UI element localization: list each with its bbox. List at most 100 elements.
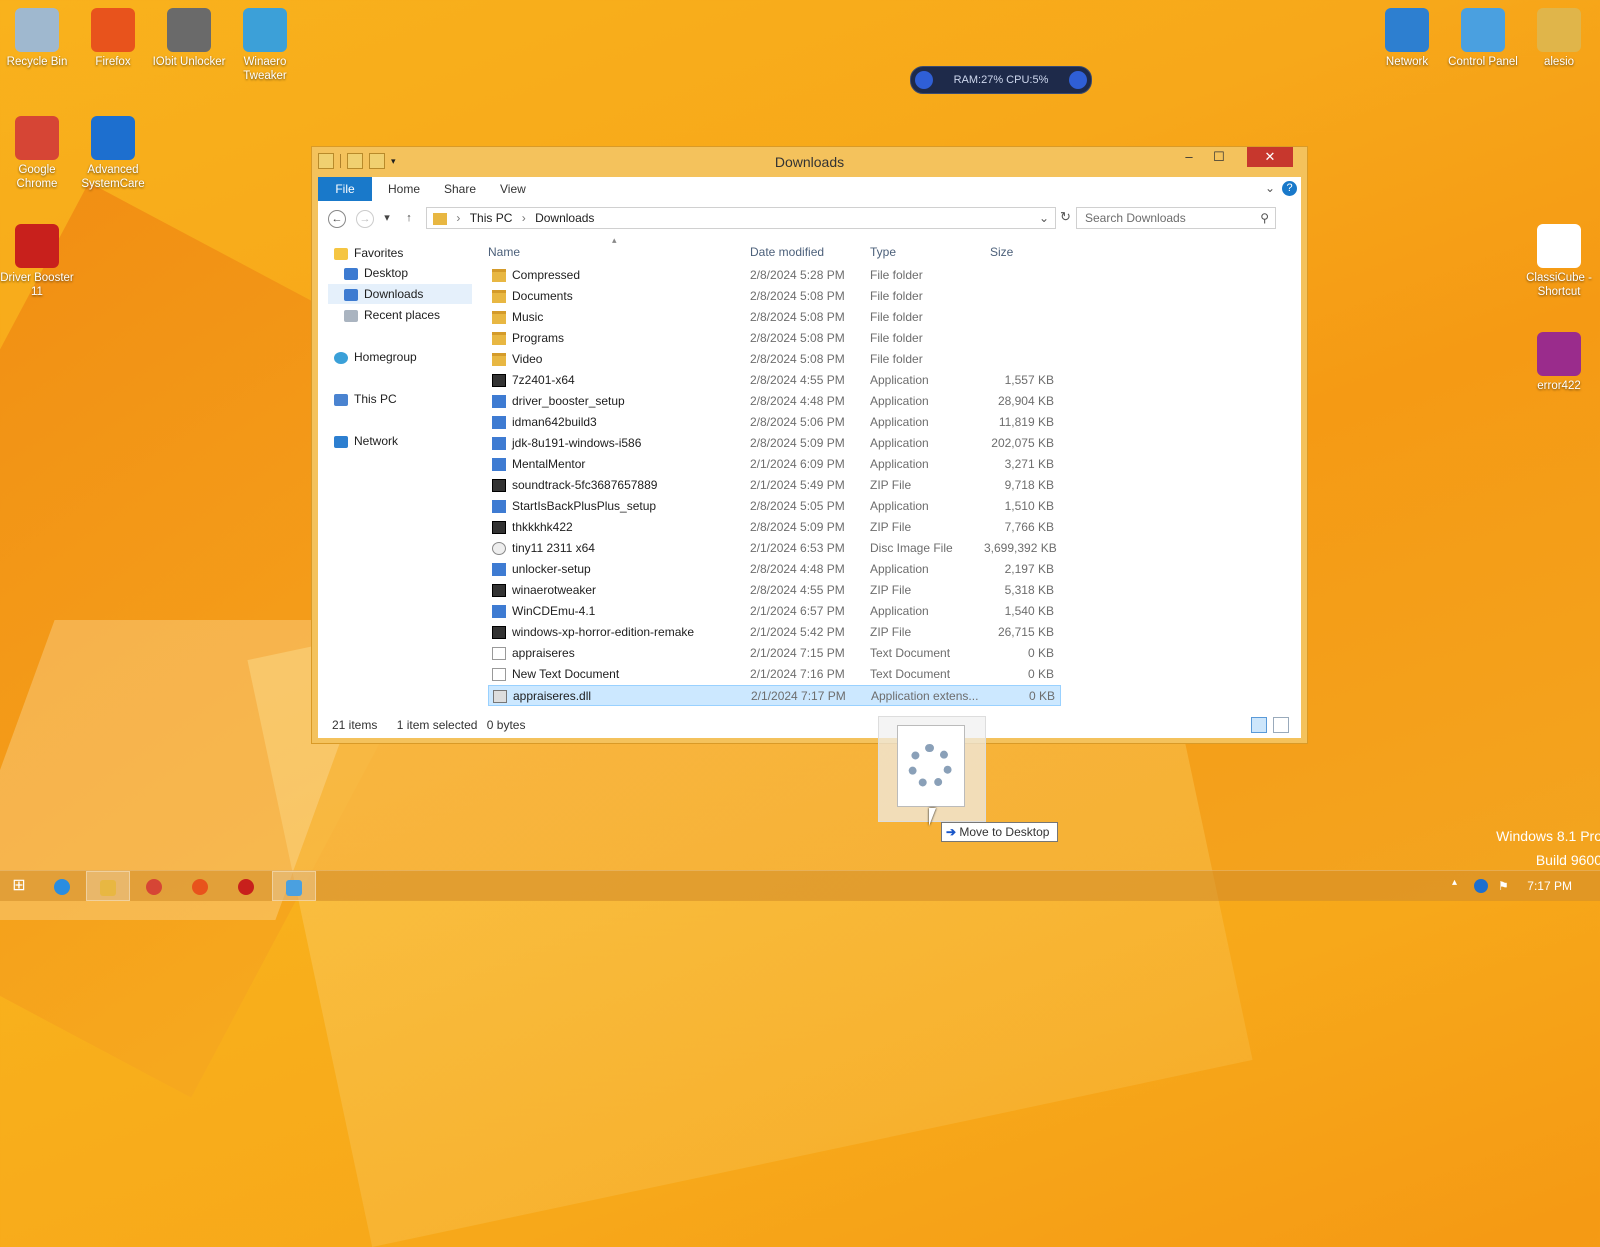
system-monitor-widget[interactable]: RAM:27% CPU:5% xyxy=(910,66,1092,94)
tab-file[interactable]: File xyxy=(318,177,372,201)
table-row[interactable]: Documents 2/8/2024 5:08 PM File folder xyxy=(488,286,1061,307)
table-row[interactable]: appraiseres 2/1/2024 7:15 PM Text Document… xyxy=(488,643,1061,664)
file-name-cell: Video xyxy=(492,349,542,370)
chevron-right-icon[interactable]: › xyxy=(522,211,526,225)
file-type: File folder xyxy=(870,289,923,303)
nav-network[interactable]: Network xyxy=(334,431,398,451)
file-type: Application xyxy=(870,394,929,408)
desktop-icon-network[interactable]: Network xyxy=(1370,8,1444,69)
taskbar-internet-explorer[interactable] xyxy=(40,871,84,901)
column-header-name[interactable]: Name xyxy=(488,243,520,261)
table-row[interactable]: tiny11 2311 x64 2/1/2024 6:53 PM Disc Imag… xyxy=(488,538,1061,559)
tab-share[interactable]: Share xyxy=(432,177,488,201)
help-icon[interactable]: ? xyxy=(1282,181,1297,196)
table-row[interactable]: StartIsBackPlusPlus_setup 2/8/2024 5:05 P… xyxy=(488,496,1061,517)
search-input[interactable]: Search Downloads ⚲ xyxy=(1076,207,1276,229)
selection-count: 1 item selected xyxy=(396,718,478,732)
desktop-icon-firefox[interactable]: Firefox xyxy=(76,8,150,69)
file-size: 1,510 KB xyxy=(1004,499,1054,513)
minimize-button[interactable]: – xyxy=(1175,147,1203,167)
search-icon[interactable]: ⚲ xyxy=(1260,208,1269,228)
chevron-down-icon[interactable]: ⌄ xyxy=(1039,208,1049,228)
taskbar-control-panel[interactable] xyxy=(272,871,316,901)
tab-home[interactable]: Home xyxy=(376,177,432,201)
forward-button[interactable]: → xyxy=(356,210,374,228)
systemcare-tray-icon[interactable] xyxy=(1474,879,1488,893)
details-view-button[interactable] xyxy=(1251,717,1267,733)
doc-icon xyxy=(492,647,506,661)
drag-tooltip: ➔ Move to Desktop xyxy=(941,822,1059,842)
nav-favorites[interactable]: Favorites xyxy=(334,243,403,263)
table-row[interactable]: MentalMentor 2/1/2024 6:09 PM Application 3… xyxy=(488,454,1061,475)
chevron-down-icon[interactable]: ⌄ xyxy=(1265,181,1275,195)
table-row[interactable]: Compressed 2/8/2024 5:28 PM File folder xyxy=(488,265,1061,286)
nav-downloads[interactable]: Downloads xyxy=(328,284,472,304)
start-button[interactable]: ⊞ xyxy=(0,871,38,901)
column-header-date[interactable]: Date modified xyxy=(750,243,824,261)
file-name: Compressed xyxy=(512,268,581,282)
taskbar-file-explorer[interactable] xyxy=(86,871,130,901)
desktop-icon-alesio[interactable]: alesio xyxy=(1522,8,1596,69)
file-name-cell: Music xyxy=(492,307,543,328)
taskbar-firefox[interactable] xyxy=(178,871,222,901)
taskbar-driver-booster[interactable] xyxy=(224,871,268,901)
chevron-right-icon[interactable]: › xyxy=(456,211,460,225)
recent-locations-button[interactable]: ▾ xyxy=(378,210,396,228)
action-center-flag-icon[interactable]: ⚑ xyxy=(1498,879,1512,893)
refresh-icon[interactable]: ↻ xyxy=(1060,209,1071,225)
large-icons-view-button[interactable] xyxy=(1273,717,1289,733)
desktop-icon-winaero-tweaker[interactable]: Winaero Tweaker xyxy=(228,8,302,83)
desktop-icon-google-chrome[interactable]: Google Chrome xyxy=(0,116,74,191)
column-header-size[interactable]: Size xyxy=(990,243,1013,261)
table-row[interactable]: Music 2/8/2024 5:08 PM File folder xyxy=(488,307,1061,328)
up-button[interactable]: ↑ xyxy=(400,210,418,228)
folder-icon xyxy=(492,332,506,346)
arrow-right-icon[interactable] xyxy=(1069,71,1087,89)
table-row[interactable]: jdk-8u191-windows-i586 2/8/2024 5:09 PM Ap… xyxy=(488,433,1061,454)
title-bar[interactable]: ▾ Downloads – ☐ ✕ xyxy=(312,147,1307,177)
file-name: Music xyxy=(512,310,544,324)
file-name-cell: MentalMentor xyxy=(492,454,585,475)
desktop-icon-classicube-shortcut[interactable]: ClassiCube - Shortcut xyxy=(1522,224,1596,299)
explorer-window: ▾ Downloads – ☐ ✕ File Home Share View ⌄… xyxy=(311,146,1308,744)
file-name: Documents xyxy=(512,289,573,303)
table-row[interactable]: soundtrack-5fc3687657889 2/1/2024 5:49 PM… xyxy=(488,475,1061,496)
desktop-icon-recycle-bin[interactable]: Recycle Bin xyxy=(0,8,74,69)
file-type: File folder xyxy=(870,352,923,366)
nav-desktop[interactable]: Desktop xyxy=(344,263,408,283)
table-row[interactable]: unlocker-setup 2/8/2024 4:48 PM Applicatio… xyxy=(488,559,1061,580)
table-row[interactable]: winaerotweaker 2/8/2024 4:55 PM ZIP File 5,… xyxy=(488,580,1061,601)
table-row[interactable]: idman642build3 2/8/2024 5:06 PM Applicatio… xyxy=(488,412,1061,433)
nav-recent-places[interactable]: Recent places xyxy=(344,305,440,325)
desktop-icon-iobit-unlocker[interactable]: IObit Unlocker xyxy=(152,8,226,69)
breadcrumb-downloads[interactable]: Downloads xyxy=(535,211,594,225)
table-row[interactable]: appraiseres.dll 2/1/2024 7:17 PM Applicati… xyxy=(488,685,1061,706)
nav-homegroup[interactable]: Homegroup xyxy=(334,347,417,367)
maximize-button[interactable]: ☐ xyxy=(1205,147,1233,167)
breadcrumb-this-pc[interactable]: This PC xyxy=(470,211,513,225)
table-row[interactable]: WinCDEmu-4.1 2/1/2024 6:57 PM Application 1… xyxy=(488,601,1061,622)
taskbar-clock[interactable]: 7:17 PM xyxy=(1527,871,1572,901)
desktop-icon-driver-booster-11[interactable]: Driver Booster 11 xyxy=(0,224,74,299)
table-row[interactable]: Video 2/8/2024 5:08 PM File folder xyxy=(488,349,1061,370)
table-row[interactable]: thkkkhk422 2/8/2024 5:09 PM ZIP File 7,766 … xyxy=(488,517,1061,538)
nav-this-pc[interactable]: This PC xyxy=(334,389,397,409)
desktop-icon-error422[interactable]: error422 xyxy=(1522,332,1596,393)
table-row[interactable]: windows-xp-horror-edition-remake 2/1/2024… xyxy=(488,622,1061,643)
desktop-icon-control-panel[interactable]: Control Panel xyxy=(1446,8,1520,69)
firefox-icon xyxy=(192,878,208,895)
winaero-icon xyxy=(243,8,287,52)
show-hidden-icons-button[interactable]: ▴ xyxy=(1452,877,1457,888)
tab-view[interactable]: View xyxy=(488,177,538,201)
file-name: MentalMentor xyxy=(512,457,586,471)
address-bar[interactable]: › This PC › Downloads ⌄ xyxy=(426,207,1056,229)
table-row[interactable]: 7z2401-x64 2/8/2024 4:55 PM Application 1,5… xyxy=(488,370,1061,391)
table-row[interactable]: Programs 2/8/2024 5:08 PM File folder xyxy=(488,328,1061,349)
close-button[interactable]: ✕ xyxy=(1247,147,1293,167)
desktop-icon-advanced-systemcare[interactable]: Advanced SystemCare xyxy=(76,116,150,191)
back-button[interactable]: ← xyxy=(328,210,346,228)
taskbar-chrome[interactable] xyxy=(132,871,176,901)
table-row[interactable]: driver_booster_setup 2/8/2024 4:48 PM Appl… xyxy=(488,391,1061,412)
table-row[interactable]: New Text Document 2/1/2024 7:16 PM Text Do… xyxy=(488,664,1061,685)
column-header-type[interactable]: Type xyxy=(870,243,896,261)
